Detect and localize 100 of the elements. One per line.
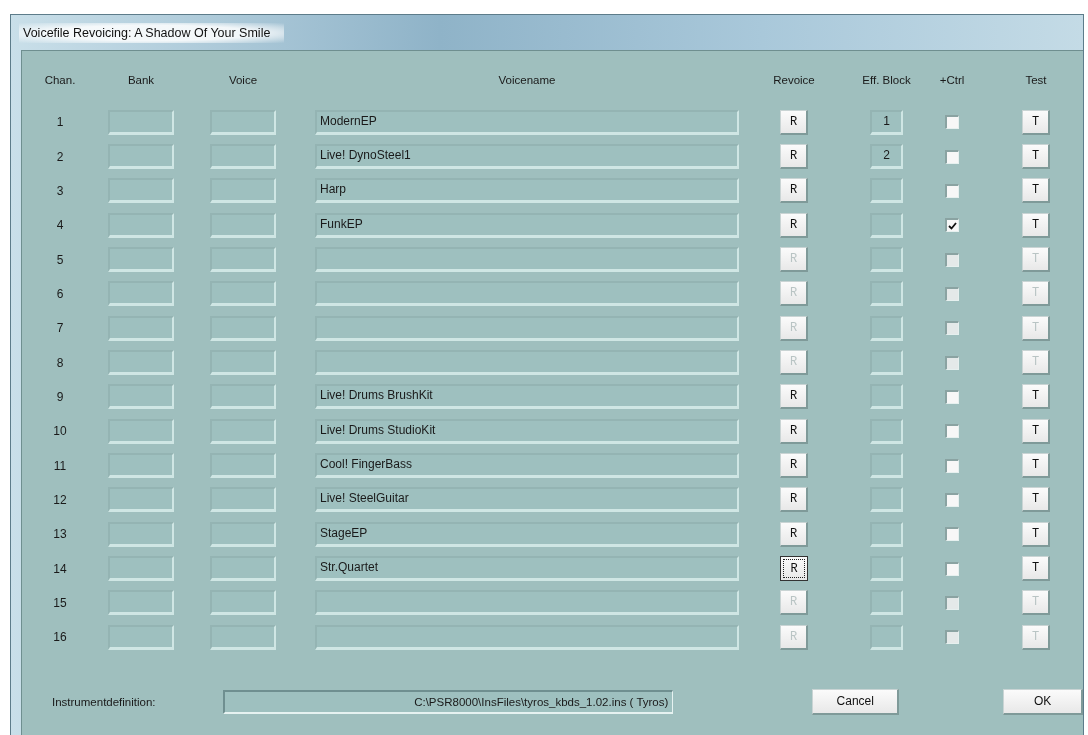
revoice-button[interactable]: R [780, 212, 808, 238]
effect-block-field[interactable] [870, 418, 903, 444]
voice-field[interactable] [210, 418, 276, 444]
effect-block-field[interactable] [870, 350, 903, 376]
voice-field[interactable] [210, 247, 276, 273]
test-button[interactable]: T [1022, 453, 1050, 479]
voice-field[interactable] [210, 315, 276, 341]
test-button[interactable]: T [1022, 487, 1050, 513]
revoice-button[interactable]: R [780, 418, 808, 444]
voice-field[interactable] [210, 453, 276, 479]
voicename-field[interactable] [315, 281, 739, 307]
effect-block-field[interactable] [870, 521, 903, 547]
ctrl-checkbox[interactable] [945, 321, 959, 336]
voice-field[interactable] [210, 144, 276, 169]
bank-field[interactable] [108, 521, 174, 547]
voicename-field[interactable]: StageEP [315, 521, 739, 547]
bank-field[interactable] [108, 384, 174, 410]
voice-field[interactable] [210, 109, 276, 135]
ctrl-checkbox[interactable] [945, 183, 959, 198]
voice-field[interactable] [210, 624, 276, 650]
bank-field[interactable] [108, 247, 174, 273]
voice-field[interactable] [210, 384, 276, 410]
bank-field[interactable] [108, 418, 174, 444]
cancel-button[interactable]: Cancel [812, 688, 900, 715]
effect-block-field[interactable] [870, 624, 903, 650]
bank-field[interactable] [108, 487, 174, 513]
voicename-field[interactable]: Live! DynoSteel1 [315, 144, 739, 169]
ctrl-checkbox[interactable] [945, 115, 959, 130]
bank-field[interactable] [108, 178, 174, 204]
test-button[interactable]: T [1022, 178, 1050, 204]
ctrl-checkbox[interactable] [945, 218, 959, 233]
voicename-field[interactable] [315, 315, 739, 341]
voice-field[interactable] [210, 281, 276, 307]
voice-field[interactable] [210, 178, 276, 204]
voice-field[interactable] [210, 212, 276, 238]
effect-block-field[interactable] [870, 384, 903, 410]
bank-field[interactable] [108, 624, 174, 650]
voicename-field[interactable]: Live! Drums StudioKit [315, 418, 739, 444]
voicename-field[interactable] [315, 590, 739, 616]
bank-field[interactable] [108, 556, 174, 582]
effect-block-field[interactable] [870, 487, 903, 513]
ctrl-checkbox[interactable] [945, 355, 959, 370]
test-button[interactable]: T [1022, 418, 1050, 444]
voicename-field[interactable]: FunkEP [315, 212, 739, 238]
revoice-button[interactable]: R [780, 109, 808, 135]
ctrl-checkbox[interactable] [945, 286, 959, 301]
effect-block-field[interactable] [870, 453, 903, 479]
test-button[interactable]: T [1022, 521, 1050, 547]
revoice-button[interactable]: R [780, 487, 808, 513]
ctrl-checkbox[interactable] [945, 458, 959, 473]
voicename-field[interactable]: Live! Drums BrushKit [315, 384, 739, 410]
revoice-button[interactable]: R [780, 144, 808, 169]
voicename-field[interactable]: Harp [315, 178, 739, 204]
revoice-button[interactable]: R [780, 453, 808, 479]
revoice-button[interactable]: R [780, 178, 808, 204]
bank-field[interactable] [108, 212, 174, 238]
voicename-field[interactable]: ModernEP [315, 109, 739, 135]
voicename-field[interactable]: Cool! FingerBass [315, 453, 739, 479]
ctrl-checkbox[interactable] [945, 149, 959, 164]
ctrl-checkbox[interactable] [945, 252, 959, 267]
ctrl-checkbox[interactable] [945, 424, 959, 439]
voice-field[interactable] [210, 487, 276, 513]
bank-field[interactable] [108, 315, 174, 341]
instrument-definition-field[interactable]: C:\PSR8000\InsFiles\tyros_kbds_1.02.ins ( Tyros) [222, 689, 674, 714]
bank-field[interactable] [108, 350, 174, 376]
ctrl-checkbox[interactable] [945, 596, 959, 610]
voicename-field[interactable]: Live! SteelGuitar [315, 487, 739, 513]
ok-button[interactable]: OK [1003, 688, 1083, 715]
test-button[interactable]: T [1022, 109, 1050, 135]
revoice-button[interactable]: R [780, 521, 808, 547]
voice-field[interactable] [210, 556, 276, 582]
bank-field[interactable] [108, 453, 174, 479]
bank-field[interactable] [108, 109, 174, 135]
test-button[interactable]: T [1022, 144, 1050, 169]
voice-field[interactable] [210, 521, 276, 547]
voicename-field[interactable] [315, 247, 739, 273]
bank-field[interactable] [108, 590, 174, 616]
effect-block-field[interactable] [870, 247, 903, 273]
effect-block-field[interactable] [870, 281, 903, 307]
test-button[interactable]: T [1022, 384, 1050, 410]
test-button[interactable]: T [1022, 212, 1050, 238]
effect-block-field[interactable] [870, 315, 903, 341]
ctrl-checkbox[interactable] [945, 492, 959, 507]
voicename-field[interactable]: Str.Quartet [315, 556, 739, 582]
ctrl-checkbox[interactable] [945, 527, 959, 542]
effect-block-field[interactable] [870, 178, 903, 204]
voice-field[interactable] [210, 590, 276, 616]
effect-block-field[interactable]: 1 [870, 109, 903, 135]
revoice-button[interactable]: R [780, 556, 808, 582]
test-button[interactable]: T [1022, 556, 1050, 582]
effect-block-field[interactable] [870, 590, 903, 616]
revoice-button[interactable]: R [780, 384, 808, 410]
bank-field[interactable] [108, 144, 174, 169]
effect-block-field[interactable]: 2 [870, 144, 903, 169]
voicename-field[interactable] [315, 624, 739, 650]
voicename-field[interactable] [315, 350, 739, 376]
ctrl-checkbox[interactable] [945, 630, 959, 645]
voice-field[interactable] [210, 350, 276, 376]
ctrl-checkbox[interactable] [945, 389, 959, 404]
bank-field[interactable] [108, 281, 174, 307]
